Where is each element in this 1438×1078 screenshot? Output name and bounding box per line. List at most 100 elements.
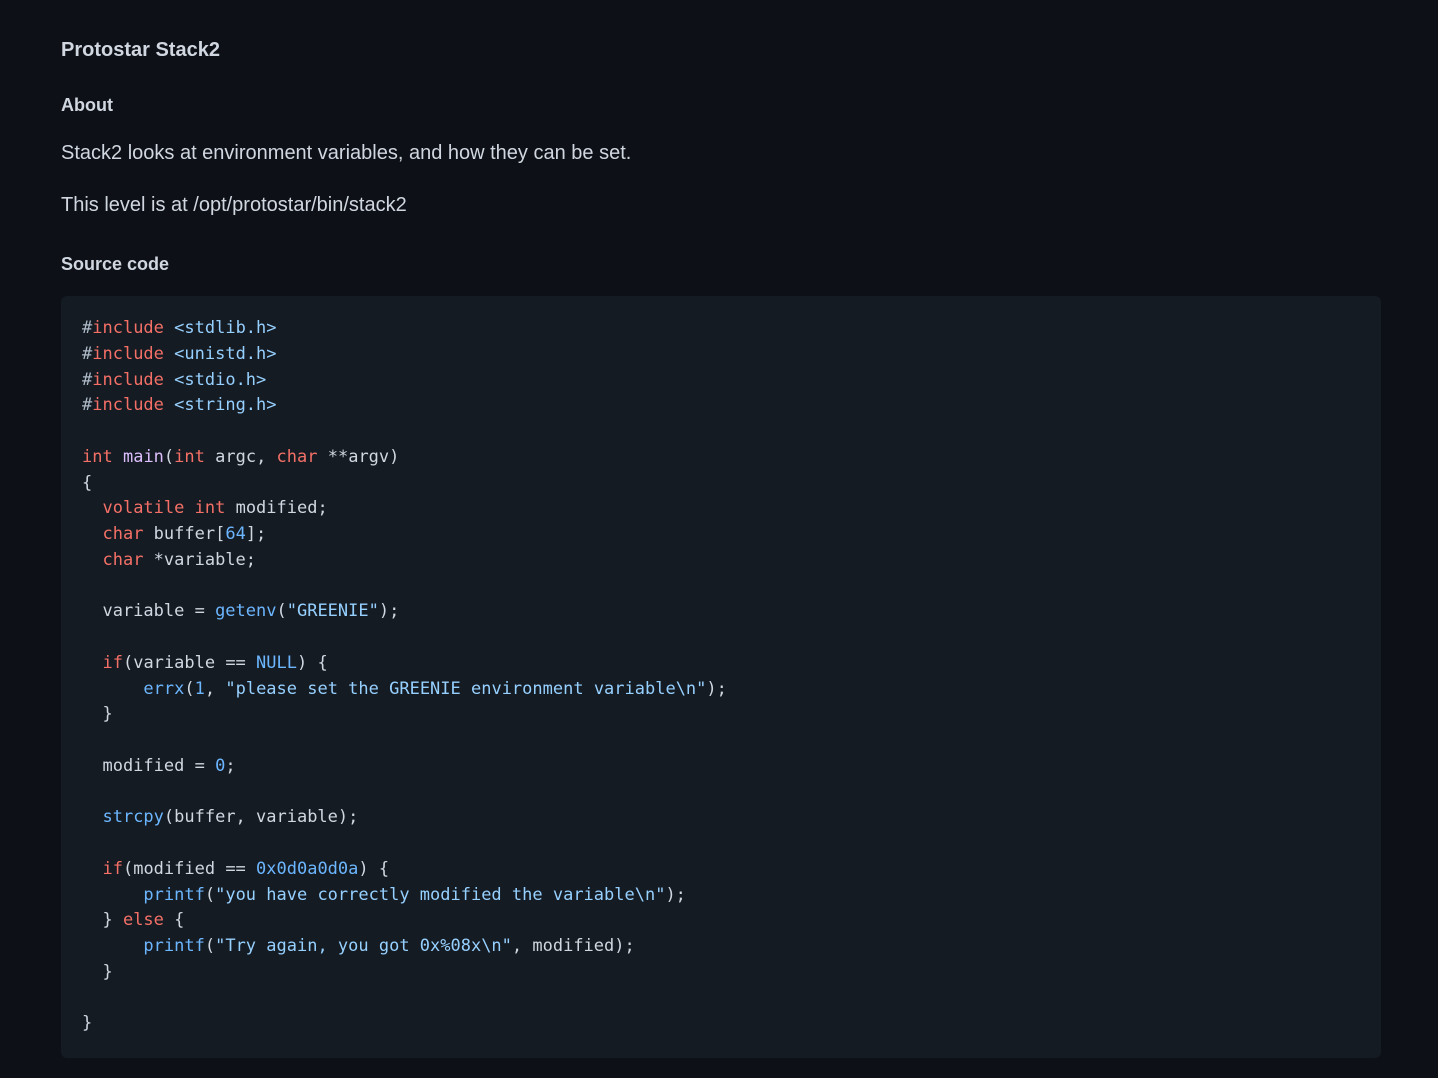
code-token: modified = bbox=[82, 755, 216, 776]
code-token: } bbox=[82, 1013, 93, 1034]
about-description: Stack2 looks at environment variables, a… bbox=[61, 142, 632, 164]
code-line: } bbox=[82, 1011, 1360, 1037]
code-token: buffer[ bbox=[143, 524, 226, 544]
code-line: char buffer[64]; bbox=[82, 522, 1360, 548]
code-token: <stdlib.h> bbox=[174, 318, 277, 338]
code-line: volatile int modified; bbox=[82, 496, 1360, 522]
code-token: printf bbox=[143, 936, 205, 956]
code-token: # bbox=[82, 318, 93, 338]
code-token: 1 bbox=[194, 678, 205, 699]
code-token: (buffer, variable); bbox=[163, 807, 359, 828]
code-token: "you have correctly modified the variabl… bbox=[215, 884, 666, 905]
code-token: **argv) bbox=[317, 446, 400, 467]
source-code: #include <stdlib.h> #include <unistd.h> #i… bbox=[82, 316, 1360, 1037]
code-token: "Try again, you got 0x%08x\n" bbox=[215, 936, 512, 956]
code-line: { bbox=[82, 471, 1360, 497]
code-token: argc, bbox=[204, 446, 277, 467]
code-line: modified = 0; bbox=[82, 754, 1360, 780]
level-location-text: This level is at /opt/protostar/bin/stac… bbox=[61, 194, 407, 216]
code-token: modified; bbox=[225, 498, 328, 519]
code-token: "GREENIE" bbox=[286, 601, 379, 622]
code-token: ) { bbox=[358, 858, 390, 879]
code-token: ); bbox=[665, 884, 686, 905]
code-token: (modified == bbox=[122, 858, 257, 879]
code-token: # bbox=[82, 369, 93, 390]
code-token: } bbox=[82, 910, 123, 931]
code-token: 64 bbox=[225, 524, 246, 544]
code-line: printf("Try again, you got 0x%08x\n", mo… bbox=[82, 934, 1360, 960]
code-token: printf bbox=[143, 884, 205, 905]
code-token: { bbox=[163, 910, 185, 931]
code-line: char *variable; bbox=[82, 548, 1360, 574]
code-token: { bbox=[82, 472, 93, 493]
code-block: #include <stdlib.h> #include <unistd.h> #i… bbox=[61, 296, 1381, 1058]
code-token: # bbox=[82, 395, 93, 416]
code-line: variable = getenv("GREENIE"); bbox=[82, 599, 1360, 625]
code-token: volatile bbox=[102, 498, 185, 519]
code-token: , modified); bbox=[511, 936, 635, 956]
code-line: if(variable == NULL) { bbox=[82, 651, 1360, 677]
code-line: } bbox=[82, 702, 1360, 728]
code-token: char bbox=[102, 524, 144, 544]
code-token: getenv bbox=[215, 601, 277, 622]
code-token: 0x0d0a0d0a bbox=[256, 858, 359, 879]
code-line: #include <string.h> bbox=[82, 393, 1360, 419]
code-token: "please set the GREENIE environment vari… bbox=[225, 678, 707, 699]
code-token: } bbox=[82, 704, 113, 725]
code-token: int bbox=[174, 446, 205, 467]
code-line: #include <stdlib.h> bbox=[82, 316, 1360, 342]
page-title: Protostar Stack2 bbox=[61, 39, 220, 61]
code-line: } else { bbox=[82, 908, 1360, 934]
code-token: errx bbox=[143, 678, 185, 699]
code-token: <unistd.h> bbox=[174, 343, 277, 364]
code-token: main bbox=[122, 446, 164, 467]
code-line: errx(1, "please set the GREENIE environm… bbox=[82, 677, 1360, 703]
code-token: ) { bbox=[296, 652, 328, 673]
code-token: 0 bbox=[215, 755, 226, 776]
code-token: char bbox=[276, 446, 318, 467]
code-token: variable = bbox=[82, 601, 216, 622]
code-token: *variable; bbox=[143, 549, 257, 570]
code-line: strcpy(buffer, variable); bbox=[82, 805, 1360, 831]
code-token: ); bbox=[378, 601, 400, 622]
code-token: include bbox=[92, 318, 164, 338]
code-line: #include <unistd.h> bbox=[82, 342, 1360, 368]
code-token: strcpy bbox=[102, 807, 164, 828]
code-token: ; bbox=[225, 755, 236, 776]
code-token: if bbox=[102, 858, 123, 879]
code-line: printf("you have correctly modified the … bbox=[82, 883, 1360, 909]
code-line: } bbox=[82, 960, 1360, 986]
code-token: ); bbox=[706, 678, 727, 699]
code-token: include bbox=[92, 343, 164, 364]
code-token: include bbox=[92, 395, 164, 416]
code-token: else bbox=[122, 910, 164, 931]
code-token: char bbox=[102, 549, 144, 570]
code-token: ( bbox=[276, 601, 287, 622]
code-token: ( bbox=[204, 936, 216, 956]
code-token: , bbox=[204, 678, 226, 699]
code-token: if bbox=[102, 652, 123, 673]
code-token: <stdio.h> bbox=[174, 369, 267, 390]
source-code-heading: Source code bbox=[61, 254, 170, 274]
code-token: <string.h> bbox=[174, 395, 277, 416]
code-token: include bbox=[92, 369, 164, 390]
code-token: ]; bbox=[245, 524, 267, 544]
